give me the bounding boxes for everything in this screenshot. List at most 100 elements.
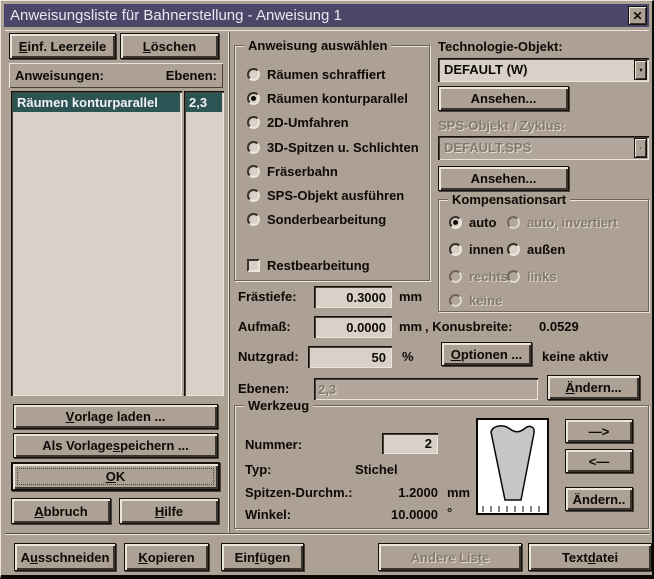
einfuegen-button[interactable]: Einfügen	[221, 543, 304, 571]
group-title: Werkzeug	[244, 398, 313, 413]
dropdown-button[interactable]: ▼	[634, 60, 647, 80]
technologie-objekt-combobox[interactable]: DEFAULT (W) ▼	[438, 58, 649, 82]
spitzen-durchm-value: 1.2000	[375, 485, 438, 500]
radio-icon	[247, 213, 260, 226]
konusbreite-value: 0.0529	[539, 319, 579, 334]
radio-sps-objekt-ausfuehren[interactable]: SPS-Objekt ausführen	[247, 187, 404, 203]
label-pre: Andere Lis	[411, 550, 478, 565]
chevron-down-icon: ▼	[638, 67, 644, 73]
aufmass-input[interactable]	[314, 316, 392, 338]
radio-innen[interactable]: innen	[449, 241, 504, 257]
label-post: ilfe	[164, 504, 183, 519]
label-accel: u	[30, 550, 38, 565]
radio-3d-spitzen[interactable]: 3D-Spitzen u. Schlichten	[247, 139, 419, 155]
label-pre: Als Vorlage	[42, 438, 113, 453]
radio-disabled-icon	[507, 216, 520, 229]
label-post: ndern...	[575, 380, 622, 395]
andere-liste-button: Andere Liste	[378, 543, 522, 571]
label-accel: L	[143, 39, 151, 54]
group-title: Anweisung auswählen	[244, 38, 391, 53]
winkel-unit: °	[447, 505, 452, 520]
label-pre: Text	[562, 550, 588, 565]
label-post: opieren	[148, 550, 195, 565]
label-accel: O	[451, 347, 461, 362]
radio-icon	[449, 243, 462, 256]
aufmass-label: Aufmaß:	[238, 319, 291, 334]
restbearbeitung-checkbox[interactable]: Restbearbeitung	[247, 257, 370, 273]
fraestiefe-input[interactable]	[314, 286, 392, 308]
einf-leerzeile-button[interactable]: Einf. Leerzeile	[9, 33, 116, 59]
radio-icon	[247, 189, 260, 202]
label-post: peichern ...	[120, 438, 189, 453]
label-accel: V	[66, 409, 75, 424]
ansehen-sps-button[interactable]: Ansehen...	[438, 166, 569, 191]
radio-fraeserbahn[interactable]: Fräserbahn	[247, 163, 338, 179]
label-post: sschneiden	[38, 550, 110, 565]
optionen-button[interactable]: Optionen ...	[441, 342, 532, 366]
radio-sonderbearbeitung[interactable]: Sonderbearbeitung	[247, 211, 386, 227]
label-accel: Ä	[565, 380, 574, 395]
textdatei-button[interactable]: Textdatei	[528, 543, 652, 571]
radio-raeumen-schraffiert[interactable]: Räumen schraffiert	[247, 66, 385, 82]
nutzgrad-input[interactable]	[308, 346, 392, 368]
radio-auto[interactable]: auto	[449, 214, 496, 230]
label-post: bbruch	[44, 504, 88, 519]
stichel-tool-icon	[478, 420, 547, 513]
radio-label: Sonderbearbeitung	[267, 212, 386, 227]
spitzen-durchm-label: Spitzen-Durchm.:	[245, 485, 353, 500]
ebenen-aendern-button[interactable]: Ändern...	[547, 375, 640, 400]
tool-prev-button[interactable]: <—	[565, 449, 633, 473]
abbruch-button[interactable]: Abbruch	[11, 498, 111, 524]
nummer-input[interactable]	[382, 433, 438, 454]
radio-label: Räumen schraffiert	[267, 67, 385, 82]
label-post: orlage laden ...	[74, 409, 165, 424]
dialog-window: Anweisungsliste für Bahnerstellung - Anw…	[0, 0, 654, 579]
tool-next-button[interactable]: —>	[565, 419, 633, 443]
dropdown-button: ▼	[634, 138, 647, 158]
radio-label: 2D-Umfahren	[267, 115, 349, 130]
ansehen-technologie-button[interactable]: Ansehen...	[438, 86, 569, 111]
label-post: K	[116, 469, 125, 484]
werkzeug-group: Werkzeug Nummer: Typ: Stichel Spitzen-Du…	[234, 405, 649, 529]
sps-objekt-zyklus-label: SPS-Objekt / Zyklus:	[438, 118, 565, 133]
label-accel: K	[138, 550, 147, 565]
label-post: inf. Leerzeile	[27, 39, 106, 54]
label-pre: Ansehen...	[471, 91, 537, 106]
radio-label: auto, invertiert	[527, 215, 617, 230]
ebenen-label: Ebenen:	[238, 381, 289, 396]
radio-label: innen	[469, 242, 504, 257]
list-item[interactable]: 2,3	[186, 93, 222, 112]
label-post: e	[482, 550, 489, 565]
combobox-value: DEFAULT (W)	[444, 62, 528, 77]
kopieren-button[interactable]: Kopieren	[124, 543, 209, 571]
ok-button[interactable]: OK	[11, 462, 220, 491]
radio-label: 3D-Spitzen u. Schlichten	[267, 140, 419, 155]
label-post: ügen	[259, 550, 290, 565]
als-vorlage-speichern-button[interactable]: Als Vorlage speichern ...	[13, 433, 218, 458]
radio-2d-umfahren[interactable]: 2D-Umfahren	[247, 114, 349, 130]
label-pre: Ansehen...	[471, 171, 537, 186]
hilfe-button[interactable]: Hilfe	[119, 498, 219, 524]
loeschen-button[interactable]: Löschen	[120, 33, 219, 59]
tool-aendern-button[interactable]: Ändern..	[565, 487, 633, 511]
radio-label: außen	[527, 242, 565, 257]
titlebar[interactable]: Anweisungsliste für Bahnerstellung - Anw…	[4, 4, 649, 27]
radio-label: rechts	[469, 269, 508, 284]
checkbox-icon	[247, 259, 260, 272]
panel-edge	[5, 30, 649, 31]
radio-aussen[interactable]: außen	[507, 241, 565, 257]
label-accel: s	[113, 438, 120, 453]
radio-disabled-icon	[449, 294, 462, 307]
anweisungen-listbox[interactable]: Räumen konturparallel	[11, 91, 182, 396]
ebenen-listbox[interactable]: 2,3	[184, 91, 224, 396]
divider	[5, 533, 649, 535]
radio-raeumen-konturparallel[interactable]: Räumen konturparallel	[247, 90, 408, 106]
sps-objekt-combobox: DEFAULT.SPS ▼	[438, 136, 649, 160]
list-header: Anweisungen: Ebenen:	[9, 63, 223, 88]
close-button[interactable]: ✕	[628, 6, 647, 25]
fraestiefe-unit-label: mm	[399, 289, 422, 304]
ausschneiden-button[interactable]: Ausschneiden	[14, 543, 116, 571]
label-accel: A	[34, 504, 43, 519]
list-item[interactable]: Räumen konturparallel	[13, 93, 180, 112]
vorlage-laden-button[interactable]: Vorlage laden ...	[13, 404, 218, 429]
